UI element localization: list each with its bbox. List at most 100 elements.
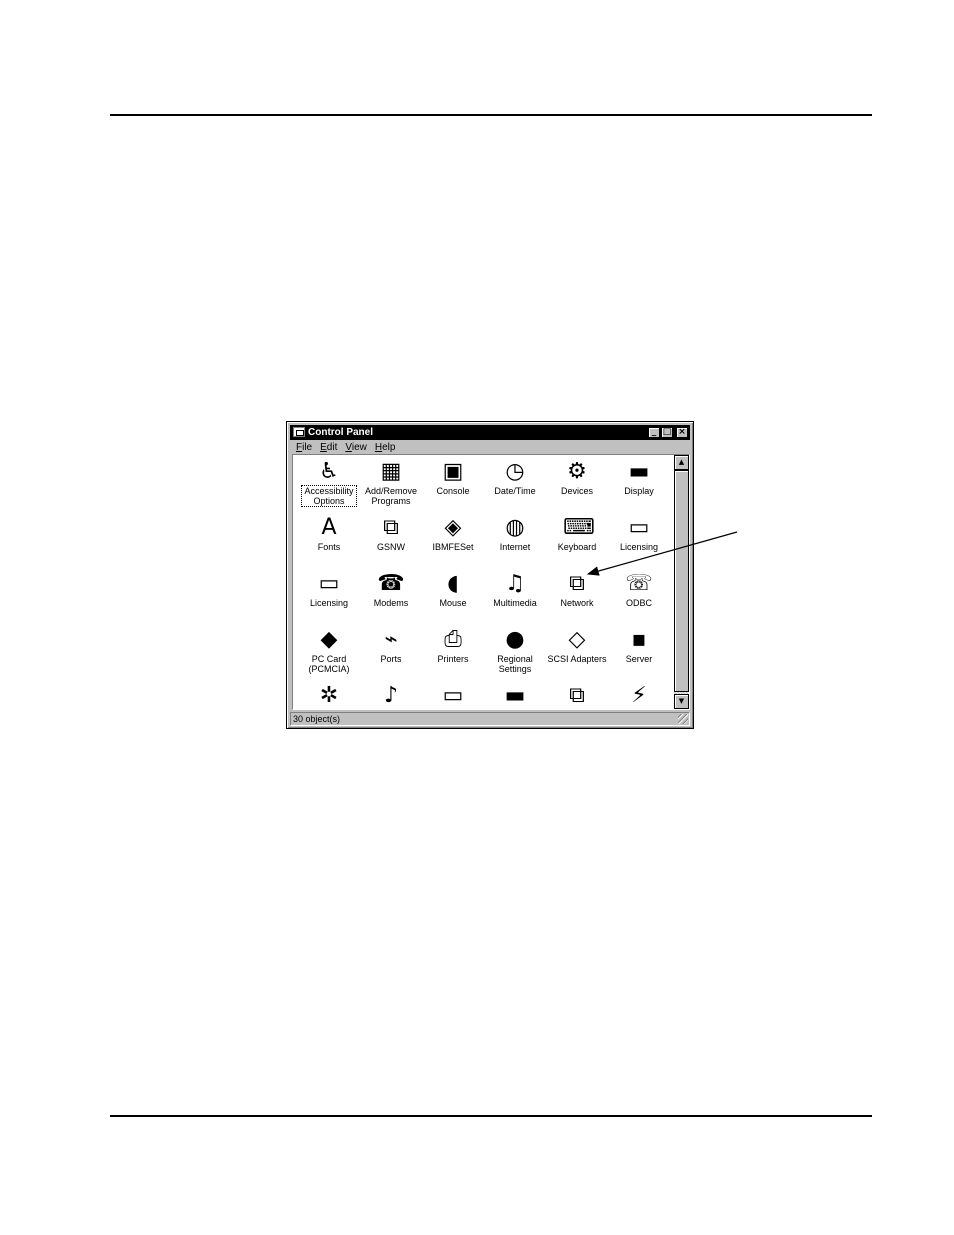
phone-icon: ☎ [377, 571, 405, 596]
icon-item[interactable]: ☏ ODBC [608, 570, 670, 626]
icon-label: Mouse [439, 598, 467, 608]
icon-label: GSNW [377, 542, 405, 552]
telephony-icon: ⧉ [569, 683, 585, 708]
icon-label: Console [436, 486, 470, 496]
ms-dos-icon: ▣ [442, 459, 464, 484]
sounds-icon: ♪ [383, 683, 399, 708]
system-icon: ▭ [442, 683, 464, 708]
window-title: Control Panel [308, 427, 374, 438]
title-bar[interactable]: Control Panel _ □ × [290, 425, 690, 440]
footer-rule [110, 1115, 872, 1117]
icon-item[interactable]: ◍ Internet [484, 514, 546, 570]
icon-label: PC Card (PCMCIA) [308, 654, 350, 674]
menu-view[interactable]: View [341, 441, 371, 454]
icon-item[interactable]: ☎ Modems [360, 570, 422, 626]
icon-label: Fonts [317, 542, 341, 552]
icon-item[interactable]: ▪ Server [608, 626, 670, 682]
icon-label: SCSI Adapters [547, 654, 607, 664]
menu-bar: File Edit View Help [292, 441, 399, 454]
icon-item[interactable]: A Fonts [298, 514, 360, 570]
icon-item[interactable]: ⚡ [608, 682, 670, 709]
icon-label: Licensing [619, 542, 659, 552]
chip-icon: ◈ [444, 515, 462, 540]
icon-label: Devices [560, 486, 593, 496]
icon-label: Date/Time [494, 486, 536, 496]
scroll-down-button[interactable]: ▼ [674, 694, 689, 709]
pc-card-icon: ◆ [320, 627, 338, 652]
icon-label: Licensing [309, 598, 349, 608]
icon-item[interactable]: ⧉ Network [546, 570, 608, 626]
icon-label: Multimedia [493, 598, 537, 608]
icon-item[interactable]: ✲ [298, 682, 360, 709]
icon-view[interactable]: ♿ Accessibility Options ▦ Add/Remove Progra… [292, 454, 690, 710]
services-icon: ✲ [319, 683, 339, 708]
monitor-icon: ▬ [628, 459, 650, 484]
close-button[interactable]: × [676, 427, 688, 438]
minimize-button[interactable]: _ [648, 427, 660, 438]
icon-item[interactable]: ▣ Console [422, 458, 484, 514]
icon-item[interactable]: ▭ Licensing [608, 514, 670, 570]
network-icon: ⧉ [569, 571, 585, 596]
icon-label: Network [560, 598, 594, 608]
icon-item[interactable]: ▭ Licensing [298, 570, 360, 626]
printer-folder-icon: ⎙ [444, 627, 462, 652]
scroll-thumb[interactable] [674, 470, 689, 692]
menu-help[interactable]: Help [371, 441, 400, 454]
icon-item[interactable]: ◆ PC Card (PCMCIA) [298, 626, 360, 682]
icon-item[interactable]: ♪ [360, 682, 422, 709]
header-rule [110, 114, 872, 116]
icon-item[interactable]: ◷ Date/Time [484, 458, 546, 514]
icon-item[interactable]: ♿ Accessibility Options [298, 458, 360, 514]
icon-item[interactable]: ▦ Add/Remove Programs [360, 458, 422, 514]
network-computers-icon: ⧉ [383, 515, 399, 540]
odbc-icon: ☏ [625, 571, 653, 596]
programs-icon: ▦ [380, 459, 402, 484]
icon-label: Accessibility Options [301, 485, 357, 507]
vertical-scrollbar[interactable]: ▲ ▼ [674, 455, 689, 709]
resize-grip-icon[interactable] [678, 714, 688, 724]
globe-icon: ● [505, 627, 525, 652]
tape-devices-icon: ▬ [504, 683, 526, 708]
calendar-clock-icon: ◷ [505, 459, 525, 484]
icon-item[interactable]: ◈ IBMFESet [422, 514, 484, 570]
icon-item[interactable]: ⧉ GSNW [360, 514, 422, 570]
icon-label: ODBC [625, 598, 652, 608]
icon-item[interactable]: ▭ [422, 682, 484, 709]
icon-item[interactable]: ▬ [484, 682, 546, 709]
menu-file[interactable]: File [292, 441, 316, 454]
icon-item[interactable]: ⌁ Ports [360, 626, 422, 682]
icon-item[interactable]: ▬ Display [608, 458, 670, 514]
mouse-icon: ◖ [447, 571, 459, 596]
control-panel-icon[interactable] [293, 427, 305, 437]
ups-icon: ⚡ [631, 683, 647, 708]
menu-edit[interactable]: Edit [316, 441, 341, 454]
scroll-up-button[interactable]: ▲ [674, 455, 689, 470]
keyboard-icon: ⌨ [563, 515, 595, 540]
icon-item[interactable]: ◇ SCSI Adapters [546, 626, 608, 682]
icon-label: Modems [373, 598, 409, 608]
control-panel-window[interactable]: Control Panel _ □ × File Edit View Help … [286, 421, 694, 729]
icon-item[interactable]: ⎙ Printers [422, 626, 484, 682]
icon-item[interactable]: ◖ Mouse [422, 570, 484, 626]
icon-item[interactable]: ⧉ [546, 682, 608, 709]
icon-label: Display [624, 486, 654, 496]
icon-label: Server [625, 654, 653, 664]
maximize-button[interactable]: □ [661, 427, 673, 438]
icon-label: IBMFESet [432, 542, 474, 552]
multimedia-icon: ♫ [505, 571, 525, 596]
status-text: 30 object(s) [293, 714, 341, 724]
wheelchair-icon: ♿ [319, 459, 339, 484]
icon-item[interactable]: ♫ Multimedia [484, 570, 546, 626]
devices-icon: ⚙ [567, 459, 587, 484]
globe-icon: ◍ [505, 515, 525, 540]
icon-label: Regional Settings [497, 654, 533, 674]
icon-item[interactable]: ⌨ Keyboard [546, 514, 608, 570]
certificate-icon: ▭ [628, 515, 650, 540]
icon-grid: ♿ Accessibility Options ▦ Add/Remove Progra… [293, 455, 673, 709]
icon-label: Keyboard [557, 542, 597, 552]
fonts-folder-icon: A [321, 515, 337, 540]
ports-icon: ⌁ [384, 627, 398, 652]
icon-item[interactable]: ⚙ Devices [546, 458, 608, 514]
icon-item[interactable]: ● Regional Settings [484, 626, 546, 682]
icon-label: Internet [499, 542, 531, 552]
